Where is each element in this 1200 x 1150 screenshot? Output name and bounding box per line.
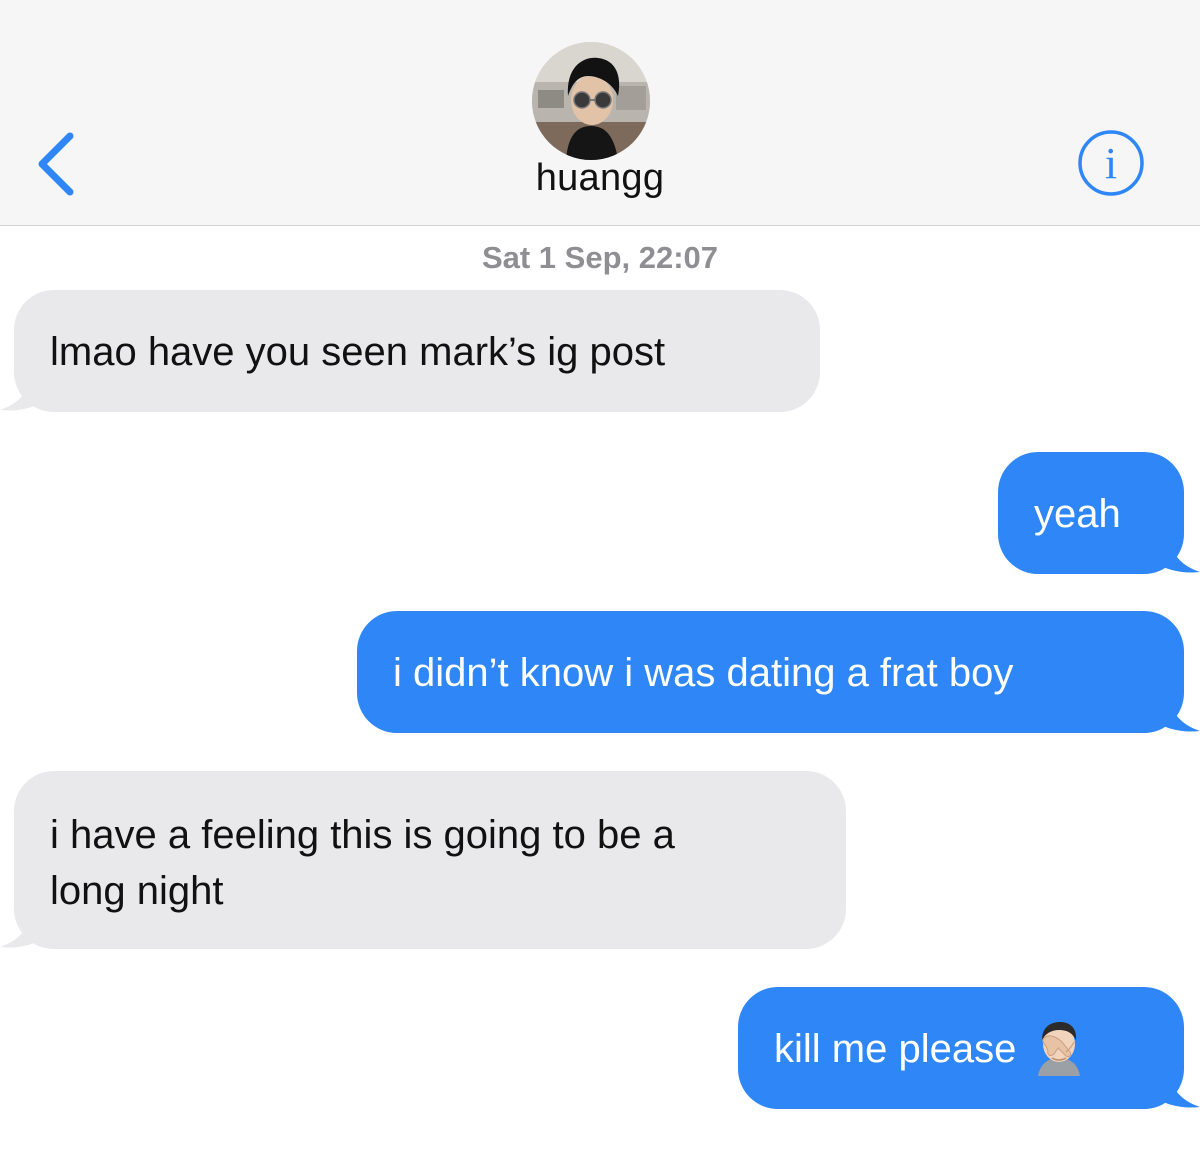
outgoing-message[interactable]: kill me please xyxy=(738,987,1184,1109)
avatar-photo xyxy=(532,42,650,160)
message-text: yeah xyxy=(1034,492,1121,536)
messages-app: huangg i Sat 1 Sep, 22:07 lmao have you … xyxy=(0,0,1200,1150)
message-text: i didn’t know i was dating a frat boy xyxy=(393,651,1014,695)
incoming-message[interactable]: i have a feeling this is going to be a l… xyxy=(14,771,846,949)
info-circle-icon: i xyxy=(1078,130,1144,196)
outgoing-bubble-tail xyxy=(1150,695,1200,732)
outgoing-message[interactable]: i didn’t know i was dating a frat boy xyxy=(357,611,1184,733)
message-text: lmao have you seen mark’s ig post xyxy=(50,330,666,374)
message-text-row: kill me please xyxy=(774,1021,1184,1080)
outgoing-bubble-tail xyxy=(1150,536,1200,573)
conversation-header: huangg i xyxy=(0,0,1200,226)
face-palm-emoji-icon xyxy=(1030,1018,1088,1077)
message-text-line: i have a feeling this is going to be a xyxy=(50,813,675,857)
message-timestamp: Sat 1 Sep, 22:07 xyxy=(481,240,719,275)
outgoing-bubble-tail xyxy=(1150,1071,1200,1108)
avatar[interactable] xyxy=(532,42,650,160)
message-text-line: long night xyxy=(50,869,224,913)
incoming-bubble-tail xyxy=(0,911,50,948)
contact-name[interactable]: huangg xyxy=(0,157,1200,200)
incoming-bubble-tail xyxy=(0,374,50,411)
info-button[interactable]: i xyxy=(1076,128,1146,198)
message-text: kill me please xyxy=(774,1027,1017,1071)
incoming-message[interactable]: lmao have you seen mark’s ig post xyxy=(14,290,820,412)
svg-text:i: i xyxy=(1105,139,1117,188)
